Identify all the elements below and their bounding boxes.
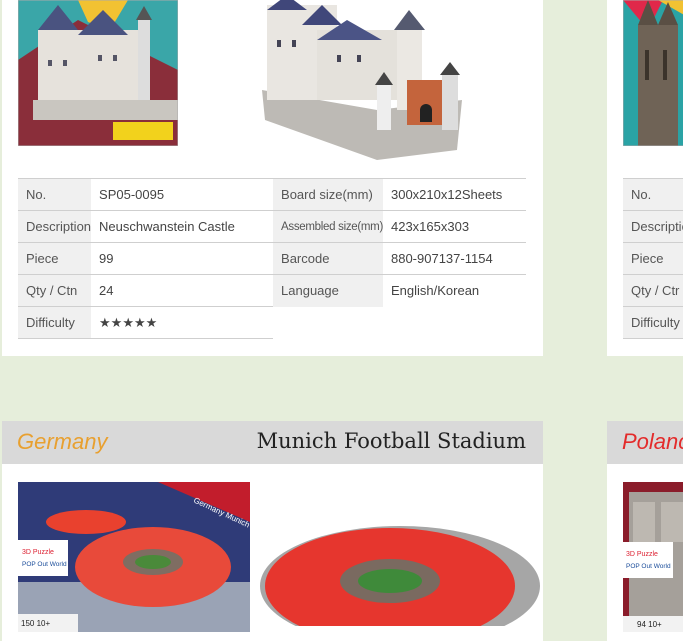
stadium-model-image[interactable] (250, 516, 540, 626)
cathedral-box-image[interactable] (623, 0, 683, 146)
box-pieces-label: 94 10+ (637, 620, 662, 629)
product-card-poland: Polanc 3D Puzzle POP Out World 94 10+ (607, 421, 683, 641)
castle-model-image[interactable] (257, 0, 469, 162)
product-card-munich-stadium: Germany Munich Football Stadium Germany … (2, 421, 543, 641)
poland-box-image[interactable]: 3D Puzzle POP Out World 94 10+ (623, 482, 683, 632)
spec-value: English/Korean (382, 274, 526, 307)
spec-label: Board size(mm) (273, 178, 383, 211)
castle-box-image[interactable] (18, 0, 178, 146)
spec-row: Difficulty ★★★★★ (18, 306, 526, 339)
spec-value: 99 (91, 242, 274, 275)
country-label: Polanc (622, 429, 683, 454)
spec-label: Qty / Ctn (18, 274, 92, 307)
spec-row: Piece 99 Barcode 880-907137-1154 (18, 242, 526, 275)
spec-label: Piece (623, 242, 683, 275)
spec-label: No. (18, 178, 92, 211)
spec-row: Piece (623, 242, 683, 275)
spec-value: Neuschwanstein Castle (91, 210, 274, 243)
spec-label: Barcode (273, 242, 383, 275)
spec-label: Qty / Ctr (623, 274, 683, 307)
stadium-box-image[interactable]: Germany Munich Football Stadium 3D Puzzl… (18, 482, 250, 632)
spec-value: 423x165x303 (382, 210, 526, 243)
spec-value: 24 (91, 274, 274, 307)
logo-line-1: 3D Puzzle (22, 549, 54, 556)
logo-line-1: 3D Puzzle (626, 551, 658, 558)
spec-label: No. (623, 178, 683, 211)
spec-label: Difficulty (18, 306, 92, 339)
spec-row: No. (623, 178, 683, 211)
spec-row: Qty / Ctr (623, 274, 683, 307)
box-pieces-label: 150 10+ (21, 619, 50, 628)
spec-row: Difficulty (623, 306, 683, 339)
cathedral-spec-table: No. Descriptior Piece Qty / Ctr Difficul… (623, 178, 683, 339)
spec-row: Descriptior (623, 210, 683, 243)
spec-row: Description Neuschwanstein Castle Assemb… (18, 210, 526, 243)
product-header: Polanc (607, 421, 683, 464)
spec-label: Descriptior (623, 210, 683, 243)
product-card-cologne-cathedral: No. Descriptior Piece Qty / Ctr Difficul… (607, 0, 683, 356)
country-label: Germany (17, 429, 108, 454)
spec-label: Description (18, 210, 92, 243)
spec-value: SP05-0095 (91, 178, 274, 211)
spec-label: Difficulty (623, 306, 683, 339)
product-card-neuschwanstein: No. SP05-0095 Board size(mm) 300x210x12S… (2, 0, 543, 356)
spec-row: Qty / Ctn 24 Language English/Korean (18, 274, 526, 307)
spec-label: Piece (18, 242, 92, 275)
logo-line-2: POP Out World (626, 563, 671, 570)
product-header: Germany Munich Football Stadium (2, 421, 543, 464)
difficulty-stars: ★★★★★ (91, 306, 274, 339)
spec-label: Assembled size(mm) (273, 210, 383, 243)
product-title: Munich Football Stadium (256, 429, 526, 453)
spec-value: 880-907137-1154 (382, 242, 526, 275)
spec-label: Language (273, 274, 383, 307)
logo-line-2: POP Out World (22, 561, 67, 568)
castle-spec-table: No. SP05-0095 Board size(mm) 300x210x12S… (18, 178, 526, 339)
spec-row: No. SP05-0095 Board size(mm) 300x210x12S… (18, 178, 526, 211)
spec-value: 300x210x12Sheets (382, 178, 526, 211)
